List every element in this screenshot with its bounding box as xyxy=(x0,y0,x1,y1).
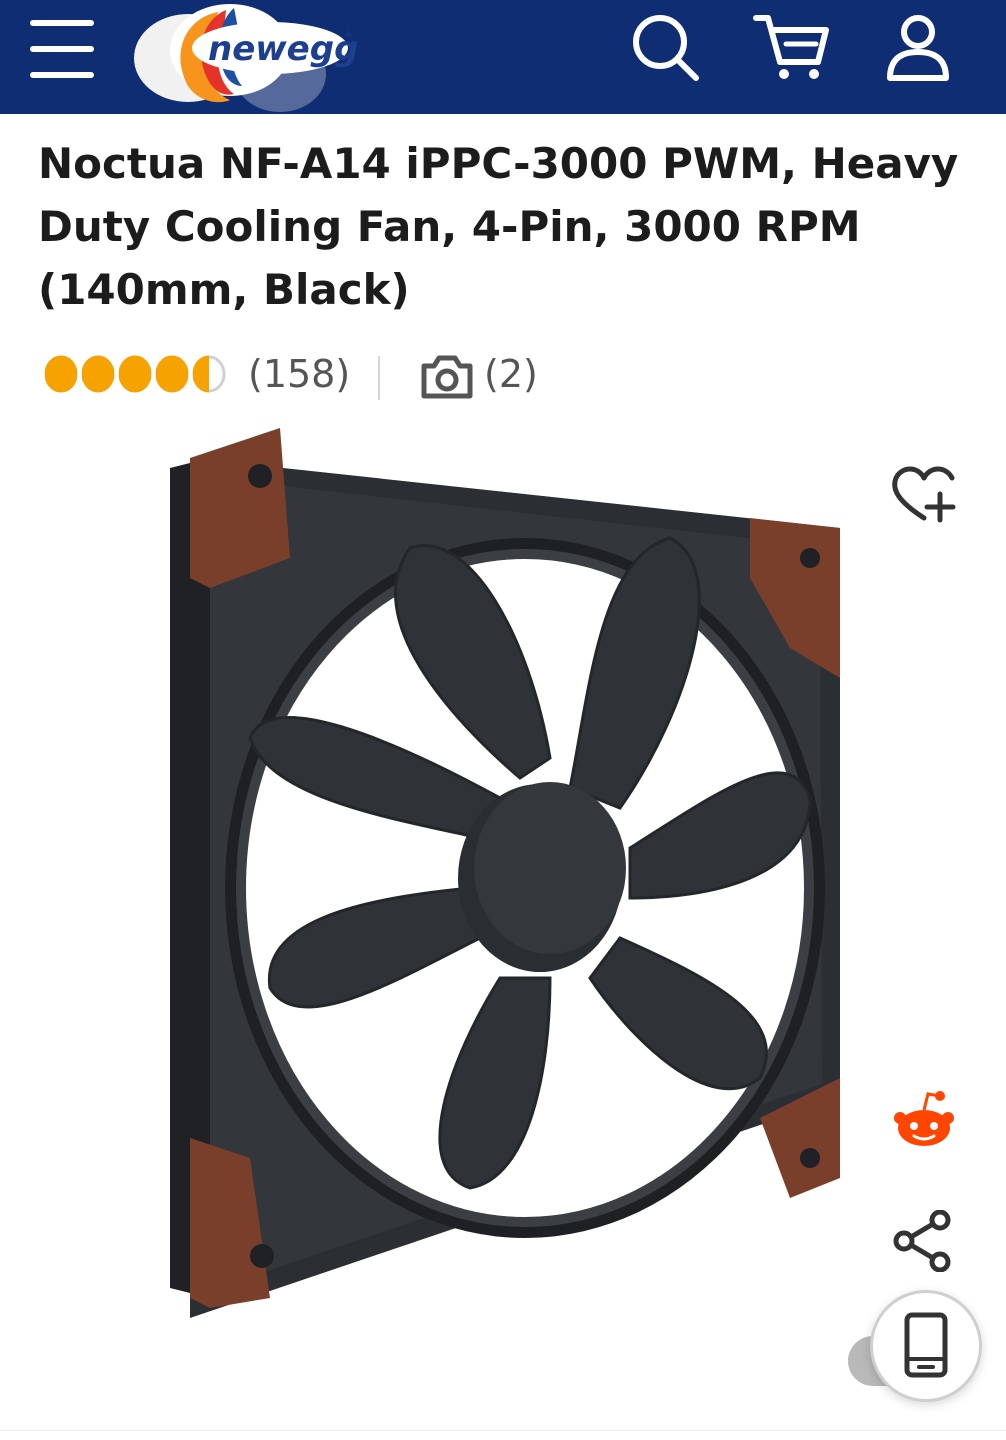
heart-plus-icon[interactable] xyxy=(890,462,958,526)
mobile-device-icon xyxy=(904,1312,948,1378)
bottom-divider xyxy=(0,1430,1006,1431)
logo-trademark: ® xyxy=(344,31,353,41)
top-header: newegg ® xyxy=(0,0,1006,114)
product-image-fan[interactable] xyxy=(150,418,850,1318)
rating-egg-fill xyxy=(82,355,114,393)
rating-egg-fill xyxy=(156,355,188,393)
logo-text: newegg xyxy=(208,29,358,69)
rating-egg-fill xyxy=(119,355,151,393)
hamburger-icon[interactable] xyxy=(30,18,96,78)
share-icon[interactable] xyxy=(892,1210,952,1272)
user-icon[interactable] xyxy=(880,10,956,86)
review-count[interactable]: (158) xyxy=(248,352,350,396)
cart-icon[interactable] xyxy=(752,10,832,86)
rating-row: (158) (2) xyxy=(42,348,642,404)
rating-egg-fill xyxy=(45,355,77,393)
photo-count[interactable]: (2) xyxy=(484,352,538,396)
rating-stars[interactable] xyxy=(42,355,232,393)
reddit-icon[interactable] xyxy=(892,1090,956,1150)
camera-icon[interactable] xyxy=(420,352,474,400)
rating-divider xyxy=(378,356,380,400)
search-icon[interactable] xyxy=(628,10,704,86)
mobile-app-button[interactable] xyxy=(870,1290,982,1402)
product-title: Noctua NF-A14 iPPC-3000 PWM, Heavy Duty … xyxy=(38,139,959,314)
newegg-logo[interactable]: newegg ® xyxy=(130,0,360,130)
